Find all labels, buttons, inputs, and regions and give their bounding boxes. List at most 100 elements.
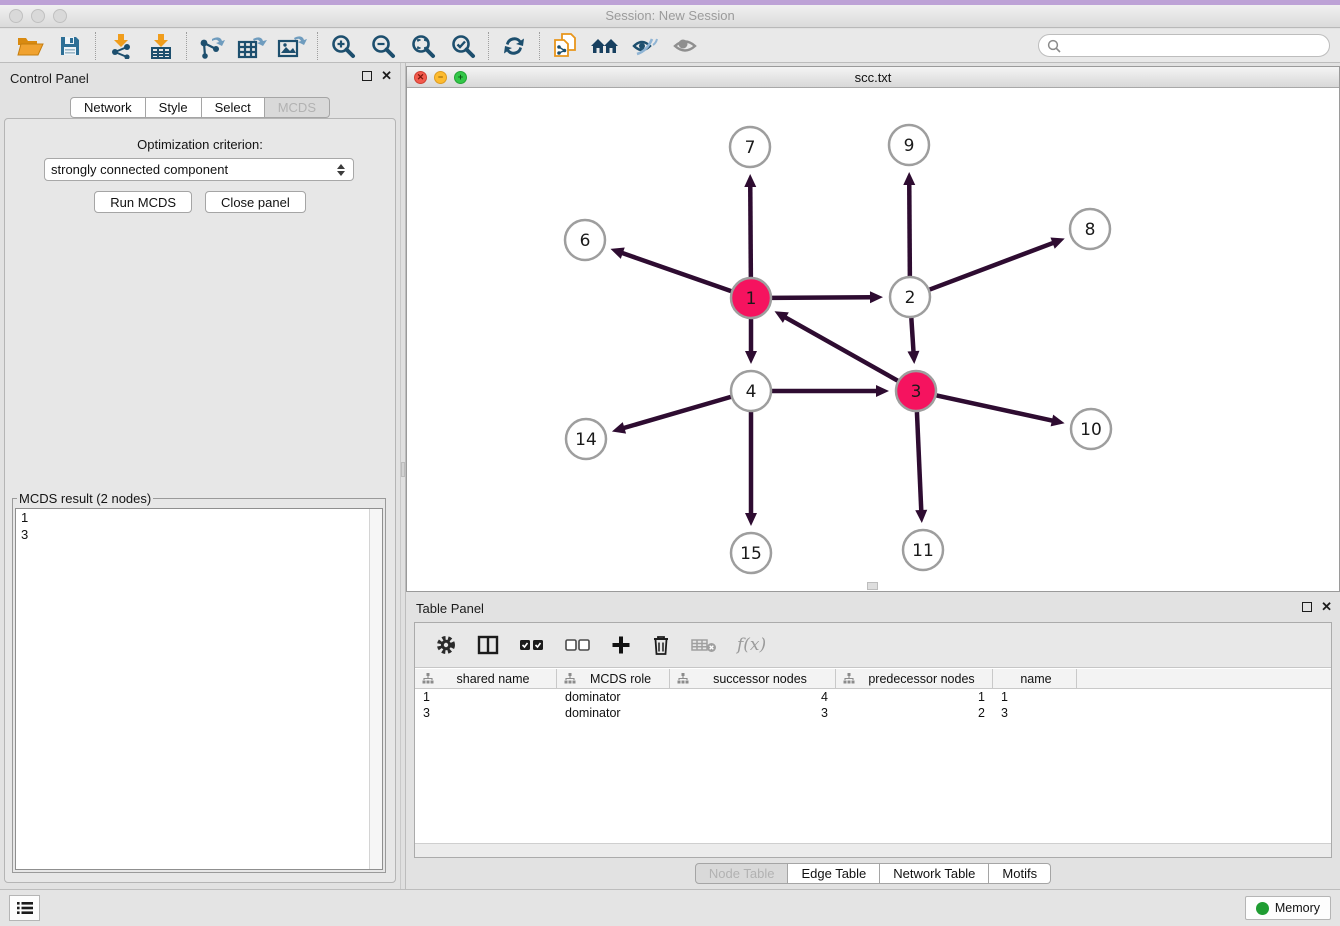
edge-1-6[interactable] (610, 248, 731, 292)
function-builder-button[interactable]: f(x) (737, 630, 766, 660)
table-row[interactable]: 3dominator323 (415, 705, 1331, 721)
tab-network[interactable]: Network (70, 97, 146, 118)
open-file-button[interactable] (10, 31, 50, 61)
tab-edge-table[interactable]: Edge Table (788, 863, 880, 884)
import-table-button[interactable] (141, 31, 181, 61)
column-header-mcds-role[interactable]: MCDS role (557, 669, 670, 688)
tab-motifs[interactable]: Motifs (989, 863, 1051, 884)
edge-2-9[interactable] (903, 172, 915, 276)
column-header-shared-name[interactable]: shared name (415, 669, 557, 688)
node-2[interactable]: 2 (890, 277, 930, 317)
save-session-button[interactable] (50, 31, 90, 61)
column-header-predecessor-nodes[interactable]: predecessor nodes (836, 669, 993, 688)
node-11[interactable]: 11 (903, 530, 943, 570)
zoom-out-button[interactable] (363, 31, 403, 61)
table-row[interactable]: 1dominator411 (415, 689, 1331, 705)
table-hscrollbar[interactable] (415, 843, 1331, 857)
cell-mcds-role[interactable]: dominator (557, 706, 670, 720)
canvas-resize-handle[interactable] (867, 582, 878, 590)
memory-status-icon (1256, 902, 1269, 915)
edge-2-8[interactable] (930, 238, 1065, 290)
node-3[interactable]: 3 (896, 371, 936, 411)
node-table[interactable]: shared nameMCDS rolesuccessor nodesprede… (415, 669, 1331, 843)
close-panel-icon[interactable]: ✕ (381, 71, 392, 81)
tab-node-table[interactable]: Node Table (695, 863, 789, 884)
edge-4-15[interactable] (745, 412, 757, 526)
result-scrollbar[interactable] (369, 509, 382, 869)
edge-3-11[interactable] (915, 412, 927, 523)
criterion-dropdown[interactable]: strongly connected component (44, 158, 354, 181)
mcds-result-list[interactable]: 13 (15, 508, 383, 870)
zoom-selected-button[interactable] (443, 31, 483, 61)
tab-style[interactable]: Style (146, 97, 202, 118)
node-9[interactable]: 9 (889, 125, 929, 165)
cell-shared-name[interactable]: 1 (415, 690, 557, 704)
tab-network-table[interactable]: Network Table (880, 863, 989, 884)
edge-3-10[interactable] (937, 395, 1065, 426)
delete-table-button[interactable] (691, 630, 717, 660)
import-table-icon (149, 33, 173, 59)
search-input[interactable] (1066, 38, 1321, 53)
tab-select[interactable]: Select (202, 97, 265, 118)
node-1[interactable]: 1 (731, 278, 771, 318)
copy-network-button[interactable] (545, 31, 585, 61)
cell-name[interactable]: 3 (993, 706, 1077, 720)
node-10[interactable]: 10 (1071, 409, 1111, 449)
cell-predecessor-nodes[interactable]: 2 (836, 706, 993, 720)
node-14[interactable]: 14 (566, 419, 606, 459)
column-header-successor-nodes[interactable]: successor nodes (670, 669, 836, 688)
node-label: 14 (575, 430, 597, 450)
network-window-titlebar[interactable]: ✕ − + scc.txt (407, 67, 1339, 88)
edge-1-7[interactable] (744, 174, 756, 277)
column-visibility-button[interactable] (477, 630, 499, 660)
unselect-all-button[interactable] (565, 630, 591, 660)
edge-2-3[interactable] (907, 318, 919, 364)
refresh-button[interactable] (494, 31, 534, 61)
arrowhead-icon (745, 351, 757, 364)
first-neighbors-button[interactable] (585, 31, 625, 61)
edge-1-4[interactable] (745, 319, 757, 364)
cell-shared-name[interactable]: 3 (415, 706, 557, 720)
edge-4-14[interactable] (612, 397, 731, 434)
edge-3-1[interactable] (775, 311, 898, 380)
node-7[interactable]: 7 (730, 127, 770, 167)
node-4[interactable]: 4 (731, 371, 771, 411)
export-image-button[interactable] (272, 31, 312, 61)
node-15[interactable]: 15 (731, 533, 771, 573)
edge-1-2[interactable] (772, 291, 883, 303)
cell-name[interactable]: 1 (993, 690, 1077, 704)
select-all-icon (519, 638, 545, 652)
zoom-in-button[interactable] (323, 31, 363, 61)
float-table-panel-icon[interactable] (1302, 602, 1312, 612)
table-settings-button[interactable] (435, 630, 457, 660)
delete-row-button[interactable] (651, 630, 671, 660)
close-table-panel-icon[interactable]: ✕ (1321, 602, 1332, 612)
cell-successor-nodes[interactable]: 3 (670, 706, 836, 720)
close-panel-button[interactable]: Close panel (205, 191, 306, 213)
network-canvas[interactable]: 7 9 6 8 1 2 4 3 14 10 15 11 (407, 89, 1339, 591)
export-network-button[interactable] (192, 31, 232, 61)
tab-mcds[interactable]: MCDS (265, 97, 330, 118)
node-8[interactable]: 8 (1070, 209, 1110, 249)
zoom-in-icon (330, 33, 356, 59)
export-table-button[interactable] (232, 31, 272, 61)
mcds-result-title: MCDS result (2 nodes) (17, 491, 153, 506)
search-field[interactable] (1038, 34, 1330, 57)
zoom-fit-button[interactable] (403, 31, 443, 61)
add-row-button[interactable] (611, 630, 631, 660)
divider-handle-icon[interactable] (401, 462, 405, 477)
float-panel-icon[interactable] (362, 71, 372, 81)
hide-panel-button[interactable] (625, 31, 665, 61)
select-all-button[interactable] (519, 630, 545, 660)
edge-4-3[interactable] (772, 385, 889, 397)
show-panel-button[interactable] (665, 31, 705, 61)
run-mcds-button[interactable]: Run MCDS (94, 191, 192, 213)
column-header-name[interactable]: name (993, 669, 1077, 688)
import-network-button[interactable] (101, 31, 141, 61)
task-history-button[interactable] (9, 895, 40, 921)
cell-predecessor-nodes[interactable]: 1 (836, 690, 993, 704)
cell-successor-nodes[interactable]: 4 (670, 690, 836, 704)
memory-button[interactable]: Memory (1245, 896, 1331, 920)
cell-mcds-role[interactable]: dominator (557, 690, 670, 704)
node-6[interactable]: 6 (565, 220, 605, 260)
